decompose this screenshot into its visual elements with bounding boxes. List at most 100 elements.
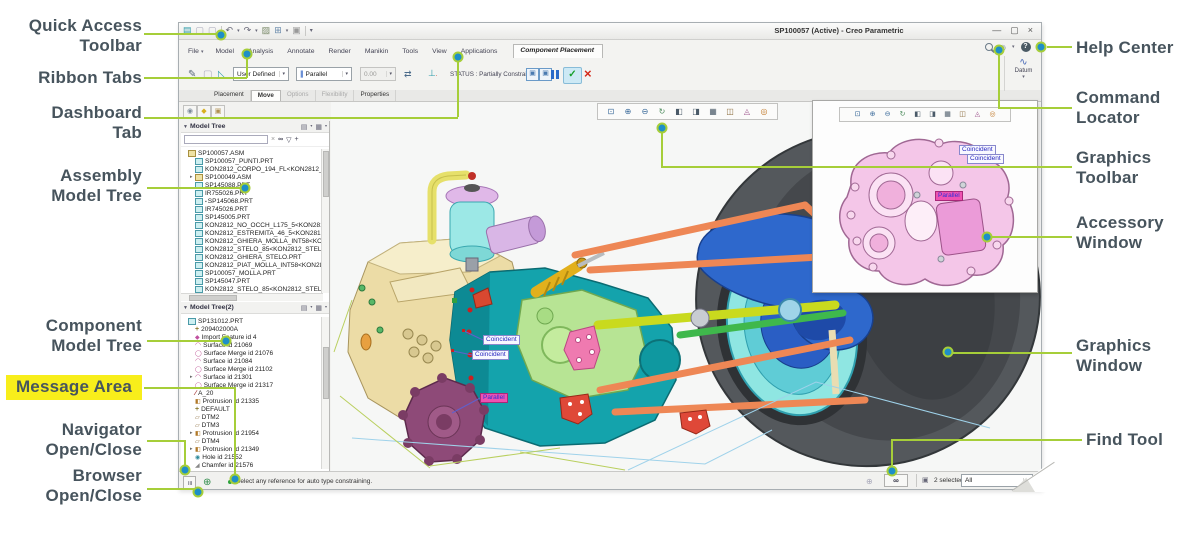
tree-item[interactable]: KON2812_STELO_85<KON2812_STELO<P bbox=[181, 245, 323, 253]
ribbon-tab[interactable]: Model bbox=[209, 46, 242, 58]
collapse-icon[interactable]: ▼ bbox=[183, 124, 188, 130]
tree-item[interactable]: KON2812_CORPO_194_FL<KON2812_COR bbox=[181, 165, 323, 173]
datum-display-icon[interactable] bbox=[955, 109, 970, 121]
constraint-tag[interactable]: Parallel bbox=[935, 191, 963, 201]
constraint-tag[interactable]: Parallel bbox=[480, 393, 508, 403]
caret-icon[interactable]: ▾ bbox=[1005, 74, 1042, 80]
tree-show-icon[interactable]: ▦ bbox=[315, 123, 322, 131]
repaint-icon[interactable] bbox=[654, 105, 670, 118]
windows-caret-icon[interactable]: ▾ bbox=[286, 28, 289, 34]
tree-item[interactable]: DEFAULT bbox=[181, 405, 323, 413]
display-style-icon[interactable] bbox=[671, 105, 687, 118]
find-tool-button[interactable]: ∞ bbox=[884, 474, 908, 487]
tree1-horizontal-scrollbar[interactable] bbox=[181, 293, 323, 301]
dashboard-tab[interactable]: Move bbox=[250, 90, 281, 101]
windows-icon[interactable]: ⊞ bbox=[274, 25, 282, 36]
tree-show-icon[interactable]: ▦ bbox=[315, 304, 322, 312]
dashboard-tab[interactable]: Properties bbox=[354, 90, 397, 101]
undo-icon[interactable]: ↶ bbox=[226, 25, 234, 36]
tree-item[interactable]: SP145047.PRT bbox=[181, 277, 323, 285]
minimize-icon[interactable]: — bbox=[992, 25, 1001, 36]
tree-item[interactable]: Hole id 21552 bbox=[181, 453, 323, 461]
help-center-icon[interactable]: ? bbox=[1020, 42, 1031, 52]
collapse-icon[interactable]: ▼ bbox=[183, 305, 188, 311]
tree-item[interactable]: SP100057_PUNTI.PRT bbox=[181, 157, 323, 165]
tree-item[interactable]: KON2812_ESTREMITA_46_5<KON2812_ES bbox=[181, 229, 323, 237]
accessory-part-model[interactable] bbox=[821, 125, 1031, 291]
datum-curve-icon[interactable]: ∿ bbox=[1005, 57, 1042, 68]
restore-icon[interactable]: ▢ bbox=[1010, 25, 1019, 36]
tree-item[interactable]: SP131012.PRT bbox=[181, 317, 323, 325]
tree-item[interactable]: ▸ Surface id 21301 bbox=[181, 373, 323, 381]
tree-item[interactable]: KON2812_PIAT_MOLLA_INT58<KON2812_P bbox=[181, 261, 323, 269]
datum-ribbon-group[interactable]: ∿ Datum ▾ bbox=[1004, 56, 1042, 91]
tree-item[interactable]: DTM2 bbox=[181, 413, 323, 421]
customize-caret-icon[interactable]: ▾ bbox=[310, 27, 313, 34]
find-icon[interactable]: ∞ bbox=[278, 136, 283, 143]
saved-orientations-icon[interactable] bbox=[925, 109, 940, 121]
tree-item[interactable]: SP145005.PRT bbox=[181, 213, 323, 221]
redo-icon[interactable]: ↷ bbox=[244, 25, 252, 36]
u-joint-part[interactable] bbox=[690, 308, 710, 328]
caret-icon[interactable]: ▾ bbox=[279, 71, 285, 77]
cv-joint-part[interactable] bbox=[778, 298, 802, 322]
datum-display-icon[interactable] bbox=[722, 105, 738, 118]
repaint-icon[interactable] bbox=[895, 109, 910, 121]
tree-item[interactable]: DTM3 bbox=[181, 421, 323, 429]
caret-icon[interactable]: ▾ bbox=[310, 123, 312, 131]
zoom-out-icon[interactable] bbox=[880, 109, 895, 121]
ribbon-tab[interactable]: Component Placement bbox=[513, 44, 604, 58]
ribbon-tab[interactable]: View bbox=[426, 46, 455, 58]
annotation-display-icon[interactable] bbox=[970, 109, 985, 121]
saved-orientations-icon[interactable] bbox=[688, 105, 704, 118]
pause-icon[interactable] bbox=[551, 70, 554, 79]
caret-icon[interactable]: ▾ bbox=[342, 71, 348, 77]
caret-icon[interactable]: ▾ bbox=[325, 123, 327, 131]
view-manager-icon[interactable] bbox=[705, 105, 721, 118]
tree-item[interactable]: KON2812_GHIERA_MOLLA_INT58<KON281 bbox=[181, 237, 323, 245]
tree1-vertical-scrollbar[interactable] bbox=[321, 149, 329, 293]
constraint-tag[interactable]: Coincident bbox=[472, 350, 509, 360]
offset-value-field[interactable]: 0.00 ▾ bbox=[360, 67, 396, 81]
ribbon-tab[interactable]: Manikin bbox=[359, 46, 396, 58]
dashboard-tab[interactable]: Options bbox=[281, 90, 316, 101]
selection-buffer-icon[interactable]: ▣ bbox=[922, 476, 929, 484]
tree-item[interactable]: KON2812_GHIERA_STELO.PRT bbox=[181, 253, 323, 261]
tree-item[interactable]: DTM4 bbox=[181, 437, 323, 445]
filter-icon[interactable]: ▽ bbox=[286, 136, 291, 144]
tree-item[interactable]: SP100057.ASM bbox=[181, 149, 323, 157]
view-manager-icon[interactable] bbox=[940, 109, 955, 121]
tree-item[interactable]: IR745026.PRT bbox=[181, 205, 323, 213]
dimension-tool-icon[interactable]: ⊕ bbox=[866, 477, 873, 486]
undo-caret-icon[interactable]: ▾ bbox=[237, 28, 240, 34]
zoom-region-icon[interactable] bbox=[603, 105, 619, 118]
accessory-window[interactable]: Coincident Coincident Parallel bbox=[812, 100, 1038, 293]
tree2-vertical-scrollbar[interactable] bbox=[321, 317, 329, 469]
constraint-tag[interactable]: Coincident bbox=[967, 154, 1004, 164]
tree-item[interactable]: Chamfer id 21576 bbox=[181, 461, 323, 469]
ribbon-tab[interactable]: Annotate bbox=[281, 46, 322, 58]
tree-item[interactable]: SP145068.PRT bbox=[181, 197, 323, 205]
regenerate-icon[interactable]: ▨ bbox=[262, 25, 271, 36]
close-window-icon[interactable]: ▣ bbox=[292, 25, 301, 36]
caret-icon[interactable]: ▾ bbox=[310, 304, 312, 312]
tree-item[interactable]: KON2812_NO_OCCH_L175_5<KON2812_C bbox=[181, 221, 323, 229]
model-tree-header[interactable]: ▼ Model Tree ▤ ▾ ▦ ▾ bbox=[181, 121, 329, 133]
zoom-in-icon[interactable] bbox=[865, 109, 880, 121]
tree-item[interactable]: ▸ SP100049.ASM bbox=[181, 173, 323, 181]
ribbon-tab[interactable]: File ▾ bbox=[182, 46, 209, 58]
zoom-region-icon[interactable] bbox=[850, 109, 865, 121]
lilac-cylinder-part[interactable] bbox=[485, 214, 548, 254]
command-locator-search-icon[interactable] bbox=[985, 43, 993, 51]
cancel-button[interactable]: × bbox=[584, 66, 592, 81]
tree-settings-icon[interactable]: ▤ bbox=[301, 123, 308, 131]
zoom-out-icon[interactable] bbox=[637, 105, 653, 118]
clear-search-icon[interactable]: × bbox=[271, 136, 275, 143]
component-tree-header[interactable]: ▼ Model Tree(2) ▤ ▾ ▦ ▾ bbox=[181, 302, 329, 314]
tree-item[interactable]: Surface id 21084 bbox=[181, 357, 323, 365]
dashboard-tab[interactable]: Placement bbox=[208, 90, 251, 101]
expand-all-icon[interactable]: + bbox=[294, 136, 298, 143]
tree-item[interactable]: Surface Merge id 21102 bbox=[181, 365, 323, 373]
spin-center-icon[interactable] bbox=[985, 109, 1000, 121]
tree-item[interactable]: ▸ Protrusion id 21954 bbox=[181, 429, 323, 437]
